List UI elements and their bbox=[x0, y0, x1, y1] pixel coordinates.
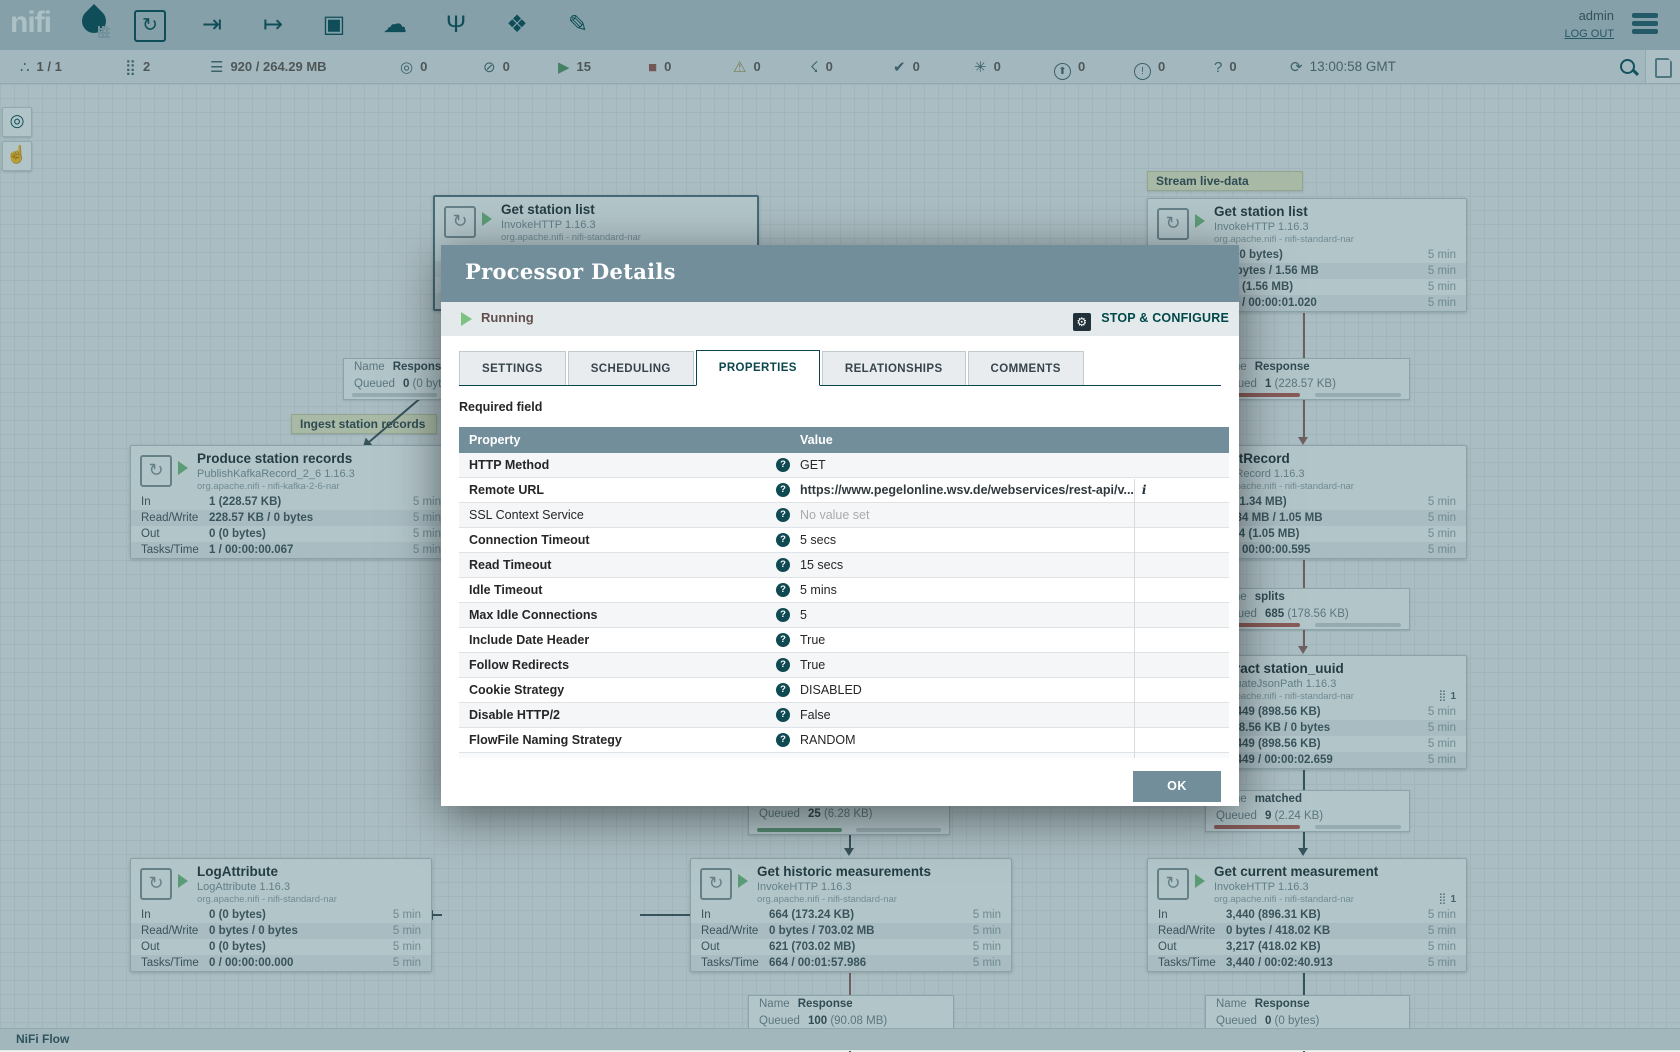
property-name: Attributes to Send bbox=[469, 753, 568, 758]
property-row[interactable]: Max Idle Connections? 5 bbox=[459, 603, 1229, 628]
property-name: Disable HTTP/2 bbox=[469, 703, 560, 727]
dialog-tabs: SETTINGSSCHEDULINGPROPERTIESRELATIONSHIP… bbox=[459, 350, 1221, 386]
property-row[interactable]: HTTP Method? GET bbox=[459, 453, 1229, 478]
help-icon[interactable]: ? bbox=[776, 633, 790, 647]
property-value[interactable]: RANDOM bbox=[800, 728, 856, 752]
property-row[interactable]: Follow Redirects? True bbox=[459, 653, 1229, 678]
property-name: HTTP Method bbox=[469, 453, 549, 477]
help-icon[interactable]: ? bbox=[776, 583, 790, 597]
help-icon[interactable]: ? bbox=[776, 708, 790, 722]
dialog-title: Processor Details bbox=[465, 259, 676, 284]
property-row[interactable]: Idle Timeout? 5 mins bbox=[459, 578, 1229, 603]
properties-table-header: Property Value bbox=[459, 427, 1229, 453]
tab-relationships[interactable]: RELATIONSHIPS bbox=[822, 351, 966, 385]
property-value[interactable]: 5 secs bbox=[800, 528, 836, 552]
dialog-status-row: Running ⚙ STOP & CONFIGURE bbox=[441, 302, 1239, 336]
help-icon[interactable]: ? bbox=[776, 733, 790, 747]
tab-scheduling[interactable]: SCHEDULING bbox=[568, 351, 694, 385]
property-name: Follow Redirects bbox=[469, 653, 569, 677]
property-value[interactable]: False bbox=[800, 703, 831, 727]
property-row[interactable]: Connection Timeout? 5 secs bbox=[459, 528, 1229, 553]
column-divider bbox=[1134, 479, 1135, 758]
property-name: Read Timeout bbox=[469, 553, 551, 577]
property-name: Remote URL bbox=[469, 478, 544, 502]
tab-properties[interactable]: PROPERTIES bbox=[696, 350, 820, 386]
property-row[interactable]: Cookie Strategy? DISABLED bbox=[459, 678, 1229, 703]
help-icon[interactable]: ? bbox=[776, 658, 790, 672]
property-value[interactable]: DISABLED bbox=[800, 678, 862, 702]
help-icon[interactable]: ? bbox=[776, 608, 790, 622]
property-value[interactable]: 5 bbox=[800, 603, 807, 627]
info-icon: i bbox=[1142, 478, 1147, 502]
property-value[interactable]: No value set bbox=[800, 503, 869, 527]
property-value[interactable]: True bbox=[800, 628, 825, 652]
property-name: Max Idle Connections bbox=[469, 603, 598, 627]
property-name: Idle Timeout bbox=[469, 578, 542, 602]
properties-table: Property Value HTTP Method?GETRemote URL… bbox=[459, 427, 1229, 758]
running-icon bbox=[461, 312, 472, 326]
property-name: FlowFile Naming Strategy bbox=[469, 728, 622, 752]
property-value[interactable]: 15 secs bbox=[800, 553, 843, 577]
dialog-header: Processor Details bbox=[441, 245, 1239, 302]
help-icon[interactable]: ? bbox=[776, 483, 790, 497]
property-name: Include Date Header bbox=[469, 628, 589, 652]
property-value[interactable]: No value set bbox=[800, 753, 869, 758]
property-row[interactable]: SSL Context Service? No value set bbox=[459, 503, 1229, 528]
property-name: SSL Context Service bbox=[469, 503, 584, 527]
stop-and-configure-button[interactable]: ⚙ STOP & CONFIGURE bbox=[1073, 309, 1229, 331]
help-icon[interactable]: ? bbox=[776, 508, 790, 522]
property-row[interactable]: Include Date Header? True bbox=[459, 628, 1229, 653]
property-name: Connection Timeout bbox=[469, 528, 590, 552]
run-status: Running bbox=[481, 310, 534, 325]
property-name: Cookie Strategy bbox=[469, 678, 564, 702]
required-field-note: Required field bbox=[459, 400, 542, 414]
tab-comments[interactable]: COMMENTS bbox=[968, 351, 1084, 385]
help-icon[interactable]: ? bbox=[776, 458, 790, 472]
property-row[interactable]: Attributes to Send?No value set bbox=[459, 753, 1229, 758]
help-icon[interactable]: ? bbox=[776, 533, 790, 547]
property-row[interactable]: Read Timeout? 15 secs bbox=[459, 553, 1229, 578]
property-value[interactable]: GET bbox=[800, 453, 826, 477]
property-row[interactable]: FlowFile Naming Strategy? RANDOM bbox=[459, 728, 1229, 753]
property-row[interactable]: Remote URL? https://www.pegelonline.wsv.d… bbox=[459, 478, 1229, 503]
gear-icon: ⚙ bbox=[1073, 313, 1091, 331]
tab-settings[interactable]: SETTINGS bbox=[459, 351, 566, 385]
property-row[interactable]: Disable HTTP/2? False bbox=[459, 703, 1229, 728]
property-value[interactable]: https://www.pegelonline.wsv.de/webservic… bbox=[800, 478, 1146, 502]
ok-button[interactable]: OK bbox=[1133, 771, 1221, 802]
property-value[interactable]: 5 mins bbox=[800, 578, 837, 602]
help-icon[interactable]: ? bbox=[776, 558, 790, 572]
help-icon[interactable]: ? bbox=[776, 683, 790, 697]
property-value[interactable]: True bbox=[800, 653, 825, 677]
processor-details-dialog: Processor Details Running ⚙ STOP & CONFI… bbox=[441, 245, 1239, 806]
